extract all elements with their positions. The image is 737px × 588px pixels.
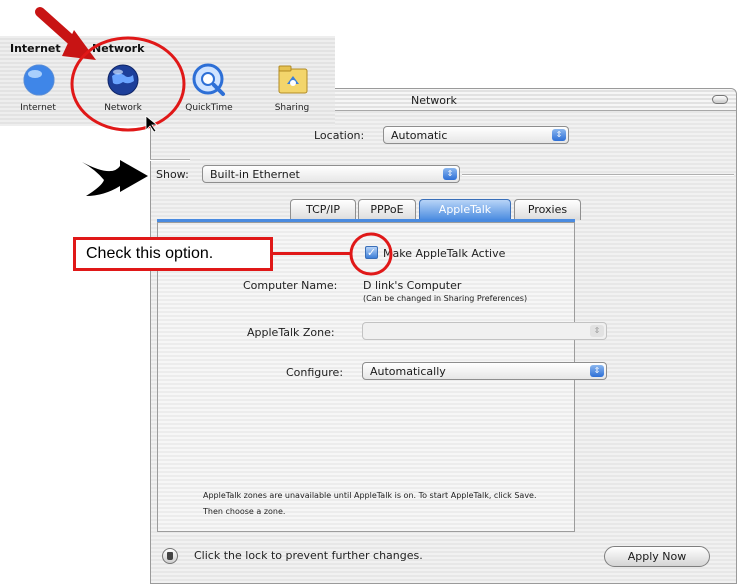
configure-popup[interactable]: Automatically ⇕ — [362, 362, 607, 380]
tab-tcpip[interactable]: TCP/IP — [290, 199, 356, 220]
make-appletalk-active-checkbox[interactable]: ✓ — [365, 246, 378, 259]
window-title: Network — [411, 94, 457, 107]
callout-connector-line — [273, 252, 351, 255]
location-value: Automatic — [391, 129, 448, 142]
tab-pppoe[interactable]: PPPoE — [358, 199, 416, 220]
popup-arrows-icon: ⇕ — [552, 129, 566, 141]
toolbar-item-sharing-label[interactable]: Sharing — [268, 103, 316, 113]
info-text-line2: Then choose a zone. — [203, 507, 286, 516]
computer-name-label: Computer Name: — [243, 279, 338, 292]
configure-label: Configure: — [286, 366, 344, 379]
toolbar-item-internet-label[interactable]: Internet — [16, 103, 60, 113]
show-popup[interactable]: Built-in Ethernet ⇕ — [202, 165, 460, 183]
popup-arrows-icon: ⇕ — [443, 168, 457, 180]
sharing-folder-icon[interactable] — [276, 63, 310, 97]
internet-globe-icon[interactable] — [22, 63, 56, 97]
popup-arrows-icon: ⇕ — [590, 365, 604, 377]
toolbar-heading-network: Network — [92, 42, 145, 55]
popup-arrows-icon: ⇕ — [590, 325, 604, 337]
network-globe-icon[interactable] — [106, 63, 140, 97]
location-label: Location: — [314, 129, 365, 142]
toolbar-toggle-button[interactable] — [712, 95, 728, 104]
annotation-callout: Check this option. — [73, 237, 273, 271]
make-appletalk-active-label[interactable]: Make AppleTalk Active — [383, 247, 505, 260]
appletalk-zone-popup[interactable]: ⇕ — [362, 322, 607, 340]
lock-icon[interactable] — [162, 548, 178, 564]
computer-name-value: D link's Computer — [363, 279, 462, 292]
quicktime-icon[interactable] — [192, 63, 226, 97]
appletalk-zone-label: AppleTalk Zone: — [247, 326, 335, 339]
show-value: Built-in Ethernet — [210, 168, 300, 181]
black-arrow-icon — [82, 160, 148, 196]
tab-appletalk[interactable]: AppleTalk — [419, 199, 511, 220]
configure-value: Automatically — [370, 365, 446, 378]
separator-line — [150, 159, 190, 161]
location-popup[interactable]: Automatic ⇕ — [383, 126, 569, 144]
lock-text: Click the lock to prevent further change… — [194, 549, 423, 562]
computer-name-hint: (Can be changed in Sharing Preferences) — [363, 294, 528, 303]
apply-now-button[interactable]: Apply Now — [604, 546, 710, 567]
info-text-line1: AppleTalk zones are unavailable until Ap… — [203, 491, 537, 500]
show-label: Show: — [156, 168, 189, 181]
toolbar-item-network-label[interactable]: Network — [100, 103, 146, 113]
toolbar-item-quicktime-label[interactable]: QuickTime — [180, 103, 238, 113]
tab-proxies[interactable]: Proxies — [514, 199, 581, 220]
separator-line — [462, 174, 734, 176]
toolbar-heading-internet: Internet — [10, 42, 61, 55]
